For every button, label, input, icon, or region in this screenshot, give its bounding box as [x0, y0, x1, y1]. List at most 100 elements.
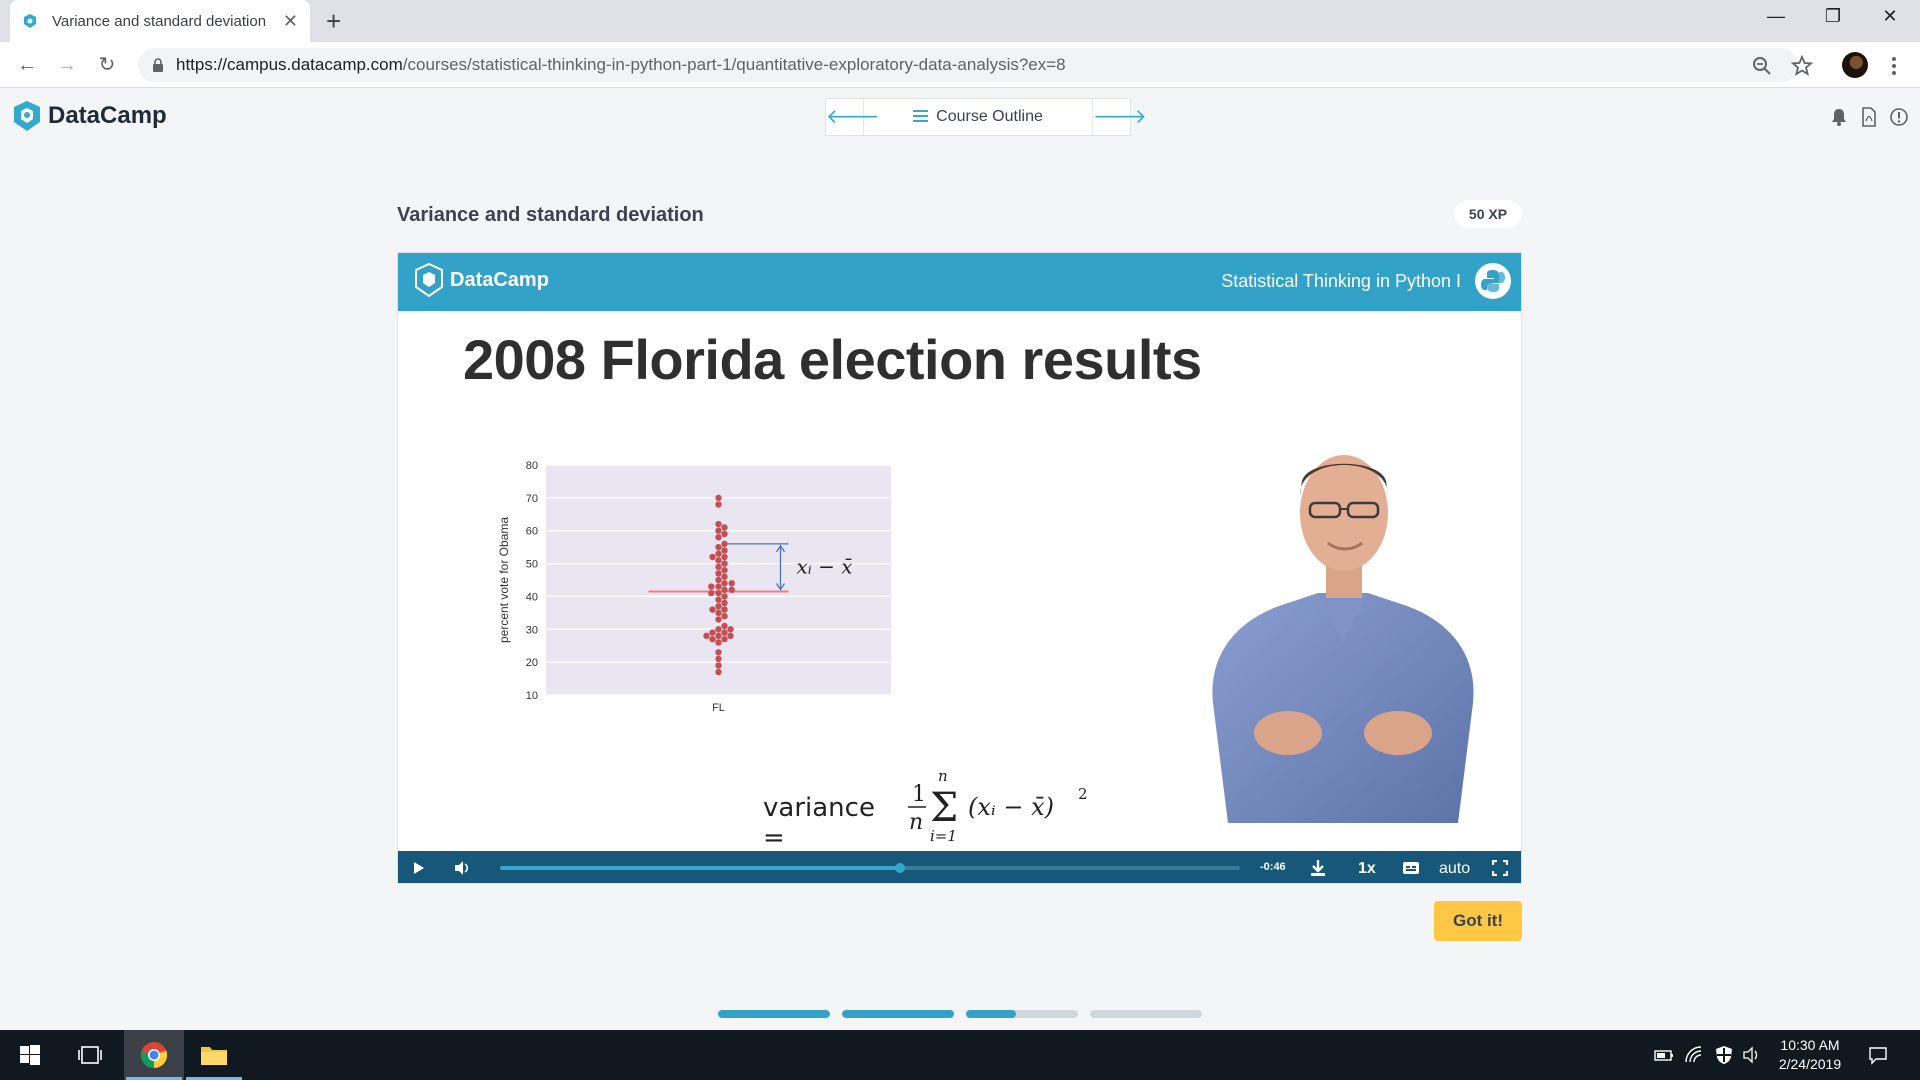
svg-text:1: 1: [912, 782, 926, 807]
formula-sum-expression: 1 n n Σ i=1 (xᵢ − x̄) 2: [908, 767, 1088, 843]
windows-taskbar: 10:30 AM 2/24/2019: [0, 1030, 1920, 1080]
playback-speed-button[interactable]: 1x: [1358, 860, 1376, 878]
data-point: [709, 553, 716, 561]
fullscreen-icon[interactable]: [1492, 860, 1508, 876]
pdf-slides-icon[interactable]: [1859, 107, 1879, 127]
slide-header-bar: DataCamp Statistical Thinking in Python …: [398, 253, 1521, 311]
data-point: [715, 655, 722, 663]
deviation-annotation: xᵢ − x̄: [797, 555, 853, 579]
data-point: [708, 583, 715, 590]
xp-badge: 50 XP: [1454, 200, 1522, 228]
quality-button[interactable]: auto: [1439, 860, 1470, 878]
taskbar-chrome[interactable]: [124, 1030, 184, 1080]
close-window-icon[interactable]: ✕: [1870, 6, 1910, 27]
y-tick-label: 40: [526, 591, 538, 603]
windows-logo-icon: [20, 1045, 40, 1065]
exercise-title: Variance and standard deviation: [397, 204, 704, 226]
address-bar[interactable]: https://campus.datacamp.com/courses/stat…: [138, 48, 1798, 82]
course-outline-button[interactable]: Course Outline: [864, 108, 1092, 126]
data-point: [715, 527, 722, 534]
data-point: [709, 635, 716, 643]
step-progress-bar: [1090, 1010, 1202, 1018]
video-player[interactable]: DataCamp Statistical Thinking in Python …: [397, 252, 1522, 884]
forward-icon[interactable]: →: [53, 51, 81, 79]
data-point: [715, 626, 722, 633]
action-center-icon[interactable]: [1868, 1045, 1888, 1065]
y-tick-label: 70: [526, 493, 538, 505]
speaker-icon[interactable]: [1742, 1045, 1762, 1065]
previous-exercise-button[interactable]: 🡐: [826, 99, 880, 135]
profile-avatar[interactable]: [1842, 52, 1868, 78]
video-progress-thumb[interactable]: [894, 863, 905, 873]
data-point: [715, 576, 722, 584]
data-point: [709, 629, 716, 636]
data-point: [715, 649, 722, 656]
taskbar-file-explorer[interactable]: [184, 1030, 244, 1080]
data-point: [715, 632, 722, 640]
data-point: [715, 563, 722, 571]
browser-tab[interactable]: Variance and standard deviation ✕: [10, 0, 310, 42]
video-controls: -0:46 1x auto: [398, 851, 1521, 883]
reload-icon[interactable]: ↻: [93, 51, 121, 79]
next-exercise-button[interactable]: 🡒: [1092, 99, 1147, 135]
data-point: [721, 566, 728, 574]
step-progress-bar: [966, 1010, 1078, 1018]
datacamp-logo-icon: [415, 263, 443, 297]
y-tick-label: 30: [526, 624, 538, 636]
data-point: [715, 501, 722, 508]
battery-icon[interactable]: [1654, 1045, 1674, 1065]
security-shield-icon[interactable]: [1714, 1045, 1734, 1065]
data-point: [715, 543, 722, 551]
data-point: [721, 530, 728, 538]
bookmark-star-icon[interactable]: [1790, 54, 1814, 78]
report-issue-icon[interactable]: [1889, 107, 1909, 127]
y-axis-label: percent vote for Obama: [497, 517, 511, 643]
datacamp-logo-icon: [14, 101, 40, 131]
data-point: [721, 593, 728, 600]
chrome-icon: [140, 1042, 168, 1069]
step-progress-bar: [842, 1010, 954, 1018]
bell-icon[interactable]: [1829, 107, 1849, 127]
back-icon[interactable]: ←: [13, 51, 41, 79]
minimize-icon[interactable]: —: [1756, 6, 1796, 27]
volume-icon[interactable]: [453, 859, 471, 877]
url-host: https://campus.datacamp.com: [176, 55, 403, 74]
start-button[interactable]: [0, 1030, 60, 1080]
data-point: [721, 612, 728, 620]
restore-icon[interactable]: ❐: [1813, 6, 1853, 27]
python-logo-icon: [1475, 263, 1511, 299]
data-point: [715, 583, 722, 590]
new-tab-icon[interactable]: +: [326, 6, 341, 37]
data-point: [715, 603, 722, 610]
video-progress-bar[interactable]: [500, 863, 1240, 873]
clock-date: 2/24/2019: [1778, 1056, 1842, 1072]
data-point: [721, 599, 728, 607]
wifi-icon[interactable]: [1684, 1045, 1704, 1065]
download-icon[interactable]: [1308, 858, 1328, 878]
got-it-button[interactable]: Got it!: [1434, 901, 1522, 941]
datacamp-header: DataCamp 🡐 Course Outline 🡒: [0, 89, 1920, 145]
swarm-plot: 10 20 30 40 50 60 70 80 FL percent vote for Obama…: [497, 460, 891, 714]
datacamp-logo[interactable]: DataCamp: [12, 100, 167, 132]
task-view-button[interactable]: [60, 1030, 120, 1080]
data-point: [721, 606, 728, 613]
svg-text:i=1: i=1: [930, 827, 957, 843]
tab-close-icon[interactable]: ✕: [283, 11, 298, 32]
zoom-icon[interactable]: [1750, 54, 1774, 78]
taskbar-clock[interactable]: 10:30 AM 2/24/2019: [1770, 1036, 1850, 1074]
slide-datacamp-logo: DataCamp: [414, 263, 549, 297]
task-view-icon: [78, 1046, 102, 1064]
data-point: [721, 580, 728, 587]
formula-variance-label: variance =: [763, 793, 875, 853]
data-point: [721, 635, 728, 643]
browser-toolbar: ← → ↻ https://campus.datacamp.com/course…: [0, 42, 1920, 88]
y-tick-label: 50: [526, 559, 538, 571]
y-tick-label: 80: [526, 460, 538, 472]
play-icon[interactable]: [410, 860, 426, 876]
captions-icon[interactable]: [1402, 860, 1420, 876]
step-progress-fill: [718, 1010, 830, 1018]
data-point: [721, 560, 728, 567]
video-progress-fill: [500, 866, 900, 870]
data-point: [715, 589, 722, 597]
chrome-menu-icon[interactable]: [1882, 54, 1906, 78]
